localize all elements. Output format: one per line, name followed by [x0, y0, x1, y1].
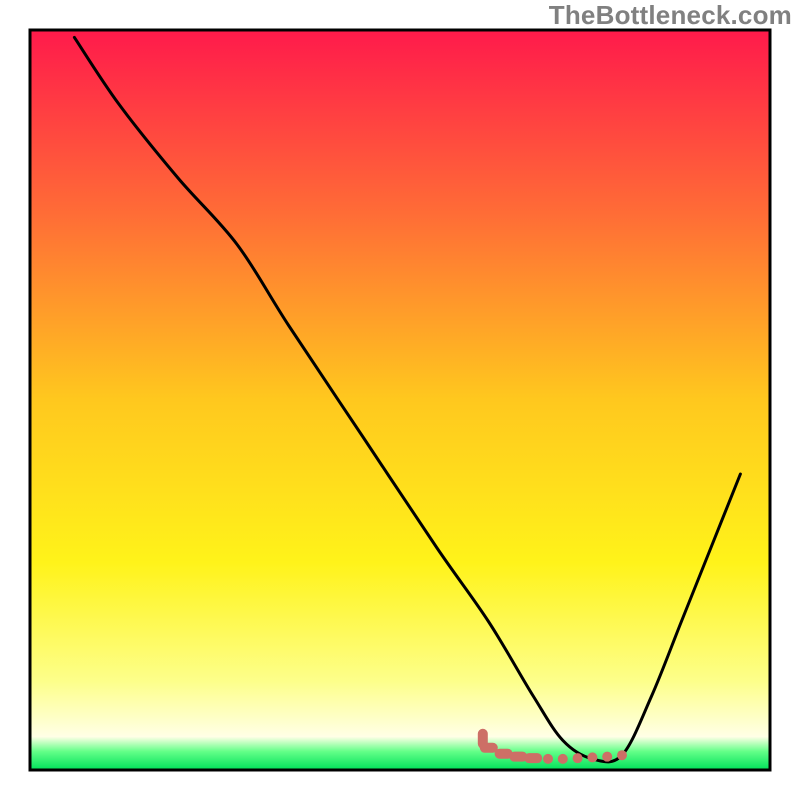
highlight-dot: [524, 753, 542, 763]
highlight-dot: [587, 752, 597, 762]
highlight-dot: [478, 729, 488, 749]
chart-container: TheBottleneck.com: [0, 0, 800, 800]
highlight-dot: [617, 750, 627, 760]
highlight-dot: [602, 752, 612, 762]
plot-background: [30, 30, 770, 770]
bottleneck-chart: [0, 0, 800, 800]
highlight-dot: [558, 754, 568, 764]
watermark-text: TheBottleneck.com: [549, 0, 792, 31]
highlight-dot: [573, 753, 583, 763]
highlight-dot: [543, 754, 553, 764]
